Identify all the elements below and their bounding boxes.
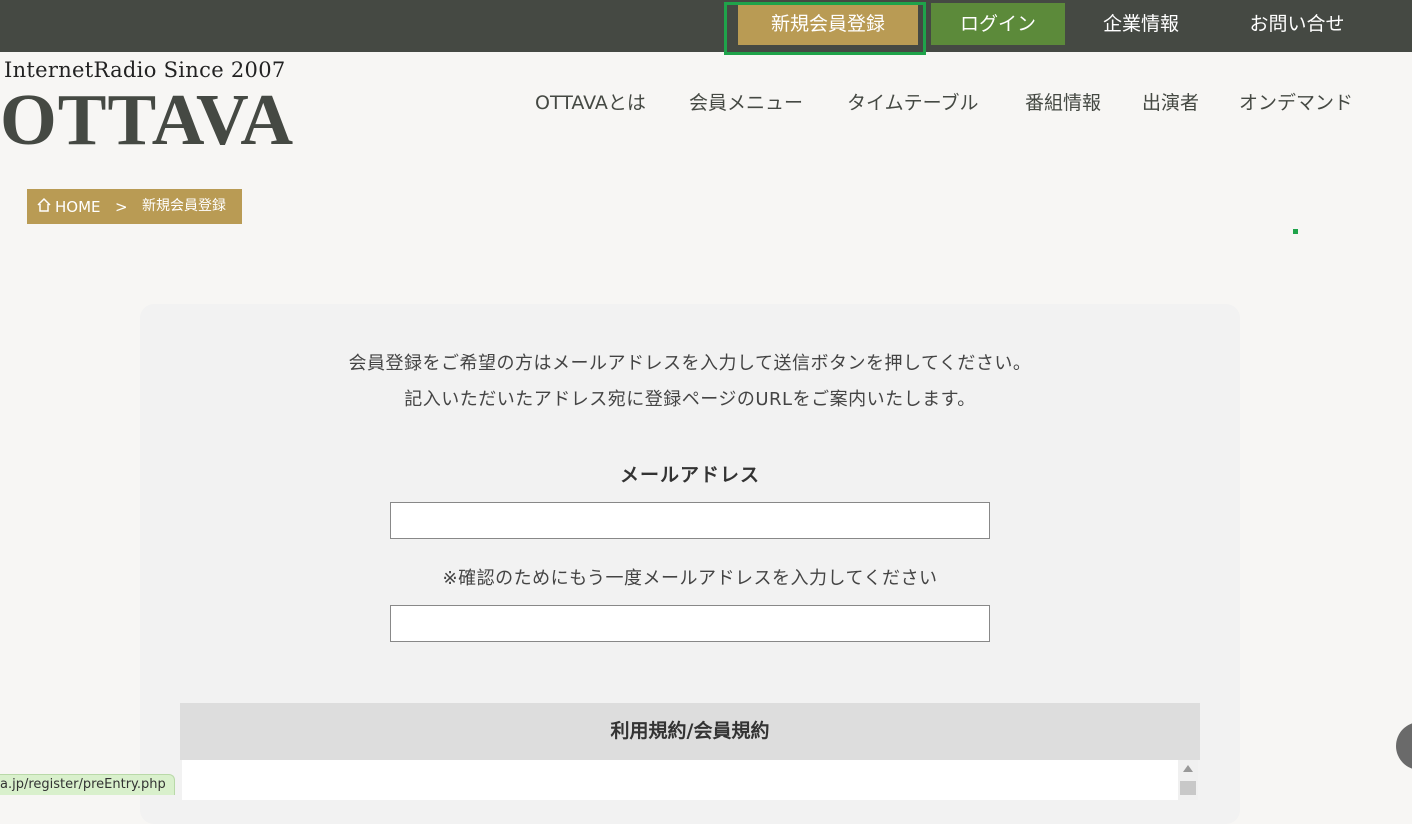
email-confirm-label: ※確認のためにもう一度メールアドレスを入力してください [442, 568, 938, 589]
scroll-up-arrow-icon[interactable] [1183, 765, 1193, 772]
intro-text-line2: 記入いただいたアドレス宛に登録ページのURLをご案内いたします。 [404, 389, 976, 410]
nav-item-performers[interactable]: 出演者 [1142, 88, 1199, 115]
breadcrumb-home-link[interactable]: HOME [55, 190, 101, 225]
contact-link[interactable]: お問い合せ [1230, 3, 1364, 45]
intro-text-line1: 会員登録をご希望の方はメールアドレスを入力して送信ボタンを押してください。 [348, 353, 1032, 374]
login-button[interactable]: ログイン [931, 3, 1065, 45]
terms-heading: 利用規約/会員規約 [180, 703, 1200, 760]
nav-item-about[interactable]: OTTAVAとは [535, 88, 646, 115]
nav-item-on-demand[interactable]: オンデマンド [1239, 88, 1353, 115]
nav-item-programs[interactable]: 番組情報 [1025, 88, 1101, 115]
focus-indicator-dot [1293, 229, 1298, 234]
site-logo[interactable]: OTTAVA [0, 82, 294, 158]
page-top-button[interactable] [1396, 722, 1412, 770]
company-info-link[interactable]: 企業情報 [1085, 3, 1197, 45]
email-label: メールアドレス [619, 464, 760, 486]
top-bar: 新規会員登録 ログイン 企業情報 お問い合せ [0, 0, 1412, 52]
status-bar-url: a.jp/register/preEntry.php [0, 774, 175, 795]
home-icon [37, 197, 51, 212]
nav-item-timetable[interactable]: タイムテーブル [847, 88, 978, 115]
breadcrumb-current: 新規会員登録 [142, 198, 226, 214]
email-input[interactable] [390, 502, 990, 539]
breadcrumb: HOME > 新規会員登録 [27, 189, 242, 224]
email-confirm-input[interactable] [390, 605, 990, 642]
terms-textbox[interactable] [182, 760, 1198, 800]
nav-item-member-menu[interactable]: 会員メニュー [689, 88, 803, 115]
register-button[interactable]: 新規会員登録 [738, 3, 918, 45]
breadcrumb-separator: > [115, 198, 128, 216]
